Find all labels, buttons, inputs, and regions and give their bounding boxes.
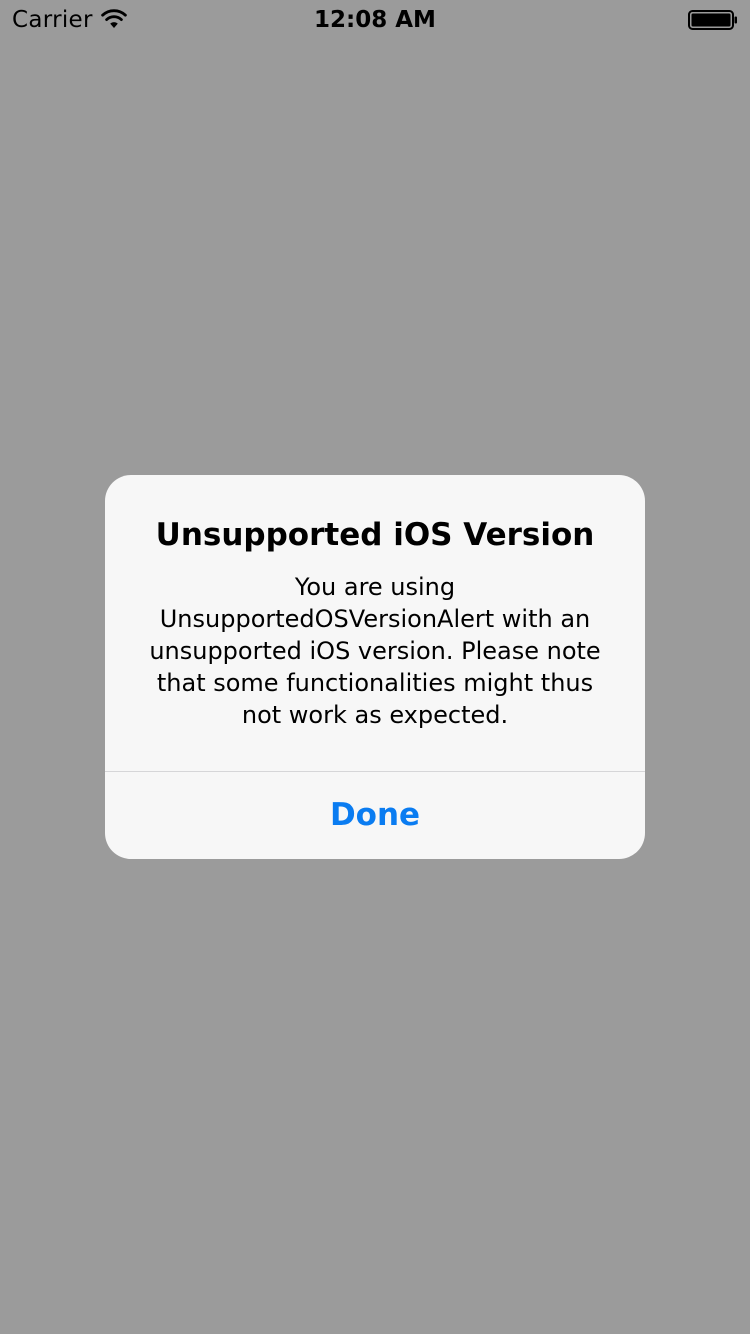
screen-background: Carrier 12:08 AM Unsupported iOS Version…	[0, 0, 750, 1334]
alert-message-line: unsupported iOS version. Please note	[149, 637, 601, 665]
battery-icon	[688, 10, 737, 30]
status-bar: Carrier 12:08 AM	[0, 0, 750, 40]
alert-title: Unsupported iOS Version	[155, 517, 595, 553]
alert-dialog: Unsupported iOS Version You are using Un…	[105, 475, 645, 859]
status-time: 12:08 AM	[314, 7, 436, 33]
alert-message-line: that some functionalities might thus	[156, 669, 594, 697]
done-button[interactable]: Done	[105, 772, 645, 859]
alert-message-line: UnsupportedOSVersionAlert with an	[159, 605, 591, 633]
alert-message: You are using UnsupportedOSVersionAlert …	[125, 571, 625, 731]
alert-message-line: You are using	[294, 573, 456, 601]
alert-message-line: not work as expected.	[241, 701, 509, 729]
